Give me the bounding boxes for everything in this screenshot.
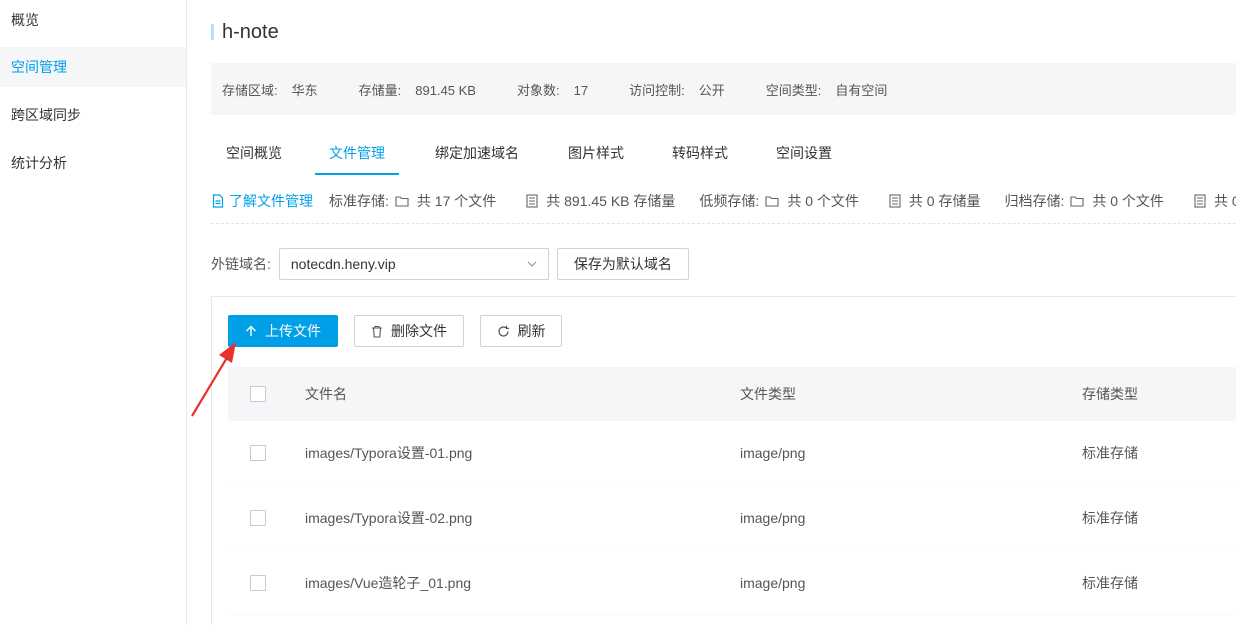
- bucket-info-bar: 存储区域: 华东 存储量: 891.45 KB 对象数: 17 访问控制: 公开 空间类…: [211, 63, 1236, 115]
- sidebar-item-statistics[interactable]: 统计分析: [0, 143, 186, 183]
- storage-type: 标准存储: [1082, 575, 1138, 591]
- trash-icon: [372, 325, 382, 338]
- page-title: h-note: [211, 20, 279, 44]
- refresh-icon: [497, 325, 509, 337]
- sidebar-item-overview[interactable]: 概览: [0, 0, 186, 40]
- column-header-filetype: 文件类型: [740, 386, 796, 402]
- storage-type: 标准存储: [1082, 510, 1138, 526]
- chevron-down-icon: [527, 261, 537, 267]
- file-name: images/Typora设置-02.png: [305, 510, 473, 526]
- select-all-checkbox[interactable]: [250, 386, 266, 402]
- tab-file-management[interactable]: 文件管理: [315, 132, 399, 175]
- refresh-button[interactable]: 刷新: [480, 315, 562, 347]
- storage-icon: [889, 193, 901, 208]
- folder-icon: [1070, 195, 1084, 207]
- file-type: image/png: [740, 445, 806, 461]
- file-name: images/Typora设置-01.png: [305, 445, 473, 461]
- table-row[interactable]: images/Typora设置-02.png image/png 标准存储: [228, 486, 1236, 551]
- sidebar-item-cross-region-sync[interactable]: 跨区域同步: [0, 95, 186, 135]
- sidebar-item-label: 空间管理: [11, 59, 67, 75]
- tab-transcode-style[interactable]: 转码样式: [655, 132, 745, 175]
- column-header-filename: 文件名: [305, 386, 347, 402]
- sidebar-item-bucket-management[interactable]: 空间管理: [0, 47, 186, 87]
- tab-bar: 空间概览 文件管理 绑定加速域名 图片样式 转码样式 空间设置: [211, 132, 1236, 175]
- stat-standard-files: 标准存储: 共 17 个文件: [329, 192, 497, 209]
- file-table: 文件名 文件类型 存储类型 images/Typora设置-01.png ima…: [228, 367, 1236, 616]
- sidebar-item-label: 跨区域同步: [11, 107, 81, 123]
- storage-icon: [1194, 193, 1206, 208]
- file-type: image/png: [740, 510, 806, 526]
- stat-archive-size: 共 0: [1188, 191, 1236, 211]
- info-access-control: 访问控制: 公开: [629, 82, 725, 98]
- stat-standard-size: 共 891.45 KB 存储量: [520, 191, 675, 211]
- file-panel: 上传文件 删除文件 刷新 文件名 文件类型 存储类型 images/Typora…: [211, 296, 1236, 625]
- domain-select-value: notecdn.heny.vip: [290, 256, 396, 272]
- bucket-name: h-note: [222, 20, 279, 43]
- table-row[interactable]: images/Vue造轮子_01.png image/png 标准存储: [228, 551, 1236, 616]
- domain-row: 外链域名: notecdn.heny.vip 保存为默认域名: [211, 248, 689, 280]
- delete-file-button[interactable]: 删除文件: [354, 315, 464, 347]
- sidebar-item-label: 概览: [11, 12, 39, 28]
- storage-stats-row: 了解文件管理 标准存储: 共 17 个文件 共 891.45 KB 存储量 低频…: [211, 178, 1236, 224]
- annotation-arrow-icon: [191, 342, 236, 417]
- stat-archive-files: 归档存储: 共 0 个文件: [1004, 192, 1164, 209]
- table-row[interactable]: images/Typora设置-01.png image/png 标准存储: [228, 421, 1236, 486]
- tab-bind-domain[interactable]: 绑定加速域名: [417, 132, 537, 175]
- title-accent-bar: [211, 24, 214, 40]
- domain-label: 外链域名:: [211, 256, 271, 272]
- column-header-storagetype: 存储类型: [1082, 386, 1138, 402]
- tab-image-style[interactable]: 图片样式: [551, 132, 641, 175]
- table-header: 文件名 文件类型 存储类型: [228, 367, 1236, 421]
- stat-low-freq-files: 低频存储: 共 0 个文件: [699, 192, 859, 209]
- file-name: images/Vue造轮子_01.png: [305, 575, 472, 591]
- stat-low-freq-size: 共 0 存储量: [883, 191, 980, 211]
- sidebar-item-label: 统计分析: [11, 155, 67, 171]
- info-storage: 存储量: 891.45 KB: [358, 82, 476, 98]
- learn-file-management-link[interactable]: 了解文件管理: [211, 191, 313, 211]
- info-bucket-type: 空间类型: 自有空间: [765, 82, 888, 98]
- document-icon: [212, 193, 224, 208]
- main-content: h-note 存储区域: 华东 存储量: 891.45 KB 对象数: 17 访问控制…: [187, 0, 1236, 625]
- folder-icon: [765, 195, 779, 207]
- row-checkbox[interactable]: [250, 575, 266, 591]
- storage-type: 标准存储: [1082, 445, 1138, 461]
- row-checkbox[interactable]: [250, 445, 266, 461]
- folder-icon: [395, 195, 409, 207]
- tab-bucket-settings[interactable]: 空间设置: [759, 132, 849, 175]
- tab-overview[interactable]: 空间概览: [211, 132, 297, 175]
- file-type: image/png: [740, 575, 806, 591]
- sidebar: 概览 空间管理 跨区域同步 统计分析: [0, 0, 187, 625]
- domain-select[interactable]: notecdn.heny.vip: [278, 248, 549, 280]
- upload-arrow-icon: [246, 325, 256, 336]
- row-checkbox[interactable]: [250, 510, 266, 526]
- info-region: 存储区域: 华东: [222, 82, 318, 98]
- info-object-count: 对象数: 17: [516, 82, 589, 98]
- save-default-domain-button[interactable]: 保存为默认域名: [556, 248, 689, 280]
- storage-icon: [526, 193, 538, 208]
